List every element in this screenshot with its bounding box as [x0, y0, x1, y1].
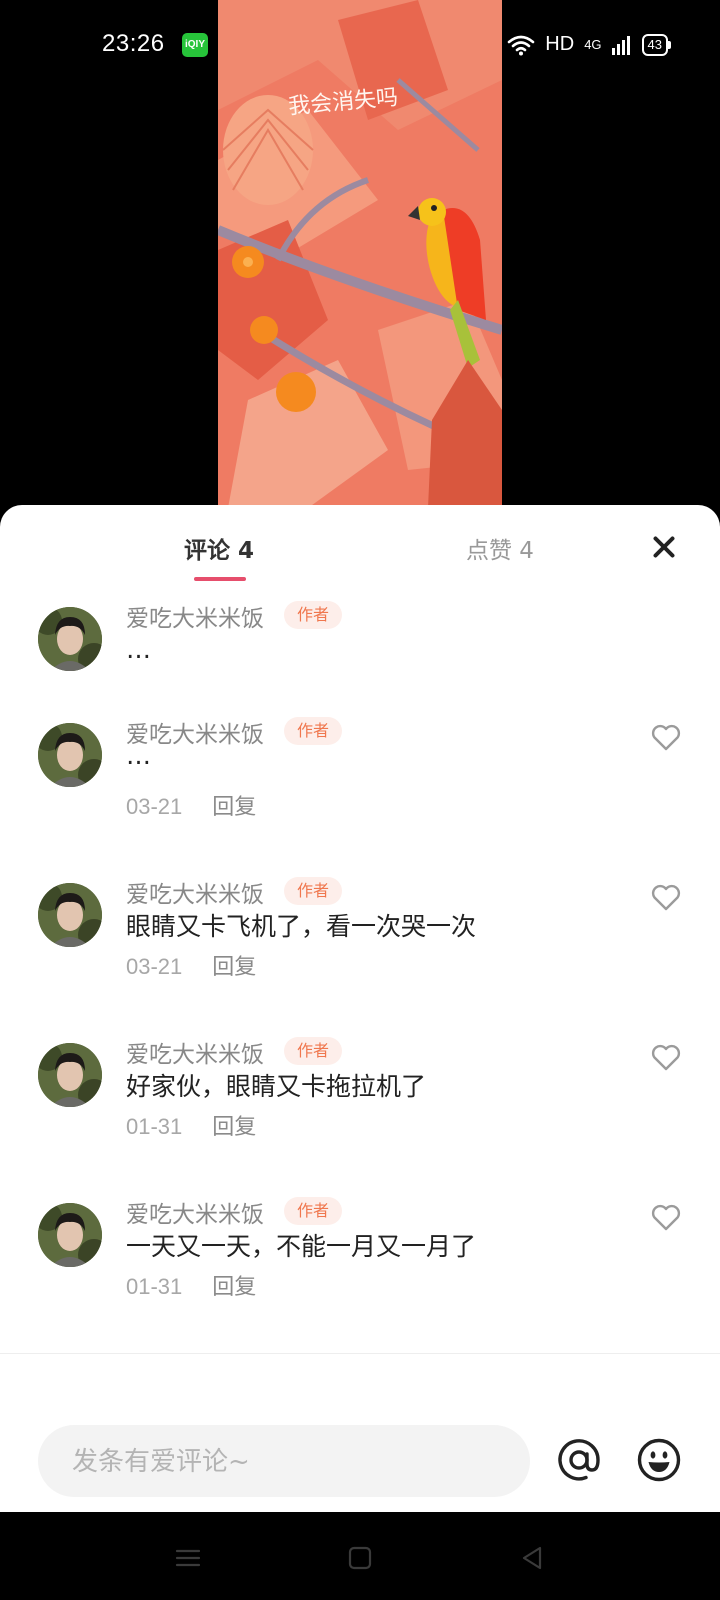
avatar[interactable]: [38, 1203, 102, 1267]
status-bar: 23:26 iQIY HD 4G 43: [0, 0, 720, 90]
reply-button[interactable]: 回复: [212, 795, 256, 820]
comment-text[interactable]: 眼睛又卡飞机了，看一次哭一次: [126, 907, 476, 943]
comment-sheet: 评论 4 点赞 4 爱吃大米米饭 作者 … 爱吃大米米饭 作者 … 03-21 …: [0, 505, 720, 1512]
comment-username[interactable]: 爱吃大米米饭: [126, 599, 264, 633]
at-icon[interactable]: [556, 1437, 602, 1483]
heart-icon[interactable]: [650, 1041, 682, 1073]
status-indicators: HD 4G 43: [507, 33, 672, 56]
avatar[interactable]: [38, 1043, 102, 1107]
tab-comments[interactable]: 评论 4: [184, 531, 254, 565]
menu-icon[interactable]: [172, 1542, 204, 1574]
comment-text[interactable]: 好家伙，眼睛又卡拖拉机了: [126, 1067, 426, 1103]
tab-bar: 评论 4 点赞 4: [0, 505, 720, 585]
comment-text[interactable]: …: [126, 741, 151, 770]
reply-button[interactable]: 回复: [212, 955, 256, 980]
comment-meta: 01-31 回复: [126, 1269, 256, 1301]
author-badge: 作者: [284, 601, 342, 629]
home-square-icon[interactable]: [344, 1542, 376, 1574]
tab-likes[interactable]: 点赞 4: [466, 531, 534, 565]
comment-meta: 03-21 回复: [126, 949, 256, 981]
heart-icon[interactable]: [650, 721, 682, 753]
wifi-icon: [507, 35, 535, 55]
comment-input[interactable]: [70, 1425, 514, 1499]
comment-username[interactable]: 爱吃大米米饭: [126, 1195, 264, 1229]
input-divider: [0, 1353, 720, 1354]
close-icon[interactable]: [648, 531, 680, 563]
comment-meta: 01-31 回复: [126, 1109, 256, 1141]
comment-date: 03-21: [126, 794, 183, 819]
status-time: 23:26: [102, 30, 165, 57]
avatar[interactable]: [38, 723, 102, 787]
comment-date: 03-21: [126, 954, 183, 979]
network-hd-label: HD: [545, 33, 575, 55]
comment-username[interactable]: 爱吃大米米饭: [126, 1035, 264, 1069]
comment-username[interactable]: 爱吃大米米饭: [126, 875, 264, 909]
avatar[interactable]: [38, 607, 102, 671]
active-tab-indicator: [194, 577, 246, 581]
comment-text[interactable]: 一天又一天，不能一月又一月了: [126, 1227, 476, 1263]
back-triangle-icon[interactable]: [516, 1542, 548, 1574]
heart-icon[interactable]: [650, 881, 682, 913]
battery-indicator: 43: [641, 33, 672, 56]
author-badge: 作者: [284, 877, 342, 905]
reply-button[interactable]: 回复: [212, 1275, 256, 1300]
heart-icon[interactable]: [650, 1201, 682, 1233]
system-nav-bar: [0, 1512, 720, 1600]
comment-input-container[interactable]: [38, 1425, 530, 1499]
author-badge: 作者: [284, 1037, 342, 1065]
smiley-icon[interactable]: [636, 1437, 682, 1483]
comment-text[interactable]: …: [126, 635, 151, 664]
author-badge: 作者: [284, 717, 342, 745]
avatar[interactable]: [38, 883, 102, 947]
reply-button[interactable]: 回复: [212, 1115, 256, 1140]
comment-meta: 03-21 回复: [126, 789, 256, 821]
signal-bars-icon: [611, 35, 630, 55]
comment-date: 01-31: [126, 1114, 183, 1139]
author-badge: 作者: [284, 1197, 342, 1225]
signal-4g-label: 4G: [584, 37, 602, 52]
iqiyi-app-icon: iQIY: [182, 33, 208, 57]
comment-date: 01-31: [126, 1274, 183, 1299]
